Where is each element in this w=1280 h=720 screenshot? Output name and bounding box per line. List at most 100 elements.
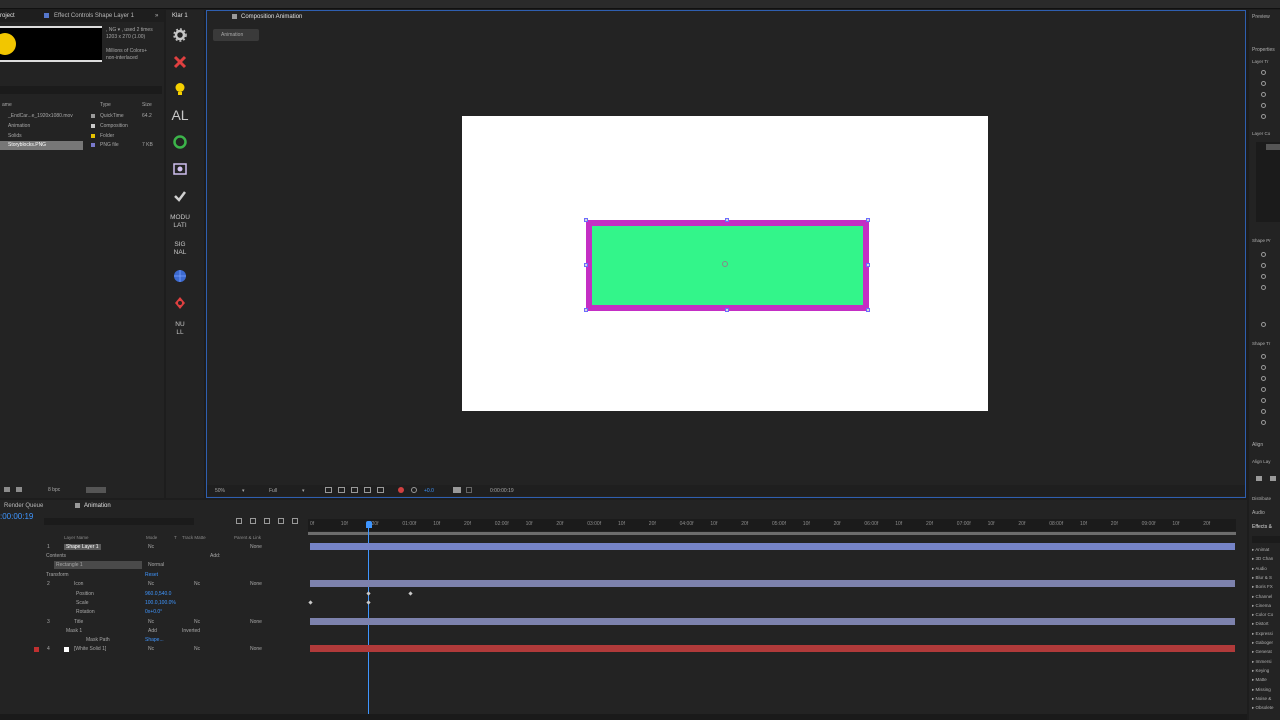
al-button[interactable]: AL [170, 107, 190, 123]
col-parent[interactable]: Parent & Link [234, 535, 261, 540]
timeline-timecode[interactable]: :00:00:19 [0, 512, 33, 521]
position-row[interactable]: Position 960.0,540.0 [0, 590, 305, 599]
channel-icon[interactable] [377, 487, 384, 493]
transform-handle[interactable] [866, 308, 870, 312]
exposure-value[interactable]: +0.0 [424, 488, 434, 494]
transform-handle[interactable] [866, 218, 870, 222]
keyframe-stopwatch-icon[interactable] [1261, 376, 1266, 381]
keyframe-stopwatch-icon[interactable] [1261, 354, 1266, 359]
interpret-footage-icon[interactable] [4, 487, 10, 492]
effect-category-item[interactable]: ▸ Obsolete [1252, 705, 1274, 711]
thumbnail-slider[interactable] [86, 487, 106, 493]
contents-row[interactable]: Contents Add: [0, 552, 305, 561]
effects-tab[interactable]: Effects & [1252, 524, 1272, 530]
tab-composition[interactable]: Composition Animation [241, 11, 302, 23]
inverted-checkbox[interactable]: Inverted [182, 628, 200, 634]
audio-tab[interactable]: Audio [1252, 510, 1265, 516]
effects-search-input[interactable] [1252, 536, 1280, 543]
label-color-icon[interactable] [34, 647, 39, 652]
close-x-icon[interactable] [170, 55, 190, 71]
layer-row-icon[interactable]: 2 Icon Nc Nc None [0, 580, 305, 589]
col-t[interactable]: T [174, 535, 177, 540]
layer-name[interactable]: Shape Layer 1 [64, 544, 101, 550]
effect-category-item[interactable]: ▸ Gaboger [1252, 640, 1273, 646]
layer-contents-list[interactable] [1256, 142, 1280, 222]
layer-bar-icon[interactable] [310, 580, 1235, 587]
layer-bar-title[interactable] [310, 618, 1235, 625]
scale-value[interactable]: 100.0,100.0% [145, 600, 176, 606]
photo-icon[interactable] [170, 162, 190, 178]
keyframe-stopwatch-icon[interactable] [1261, 387, 1266, 392]
effect-category-item[interactable]: ▸ Generat [1252, 649, 1272, 655]
rectangle-row[interactable]: Rectangle 1 Normal [0, 561, 305, 570]
project-item-selected[interactable]: Storyblocks.PNG PNG file 7 KB [0, 141, 164, 150]
transform-handle[interactable] [584, 308, 588, 312]
lightbulb-icon[interactable] [170, 82, 190, 98]
keyframe-stopwatch-icon[interactable] [1261, 103, 1266, 108]
frame-blending-icon[interactable] [278, 518, 284, 524]
new-folder-icon[interactable] [16, 487, 22, 492]
resolution-select[interactable]: Full [269, 488, 277, 494]
roi-icon[interactable] [325, 487, 332, 493]
effect-category-item[interactable]: ▸ Matte [1252, 677, 1267, 683]
shy-layers-icon[interactable] [264, 518, 270, 524]
mask-visibility-icon[interactable] [351, 487, 358, 493]
effect-category-item[interactable]: ▸ Distort [1252, 621, 1269, 627]
add-button[interactable]: Add: [210, 553, 220, 559]
null-button[interactable]: NU LL [170, 321, 190, 337]
rotation-value[interactable]: 0x+0.0° [145, 609, 162, 615]
project-search-input[interactable] [0, 86, 162, 94]
tab-render-queue[interactable]: Render Queue [4, 500, 43, 512]
rotation-row[interactable]: Rotation 0x+0.0° [0, 608, 305, 617]
globe-icon[interactable] [170, 269, 190, 285]
panel-menu-chevron-icon[interactable]: » [155, 10, 158, 22]
transform-row[interactable]: Transform Reset [0, 571, 305, 580]
layer-bar-shape[interactable] [310, 543, 1235, 550]
breadcrumb[interactable]: Animation [213, 29, 259, 41]
color-mgmt-icon[interactable] [398, 487, 404, 493]
tab-effect-controls[interactable]: Effect Controls Shape Layer 1 [54, 10, 134, 22]
resolution-chevron-icon[interactable]: ▾ [302, 488, 305, 494]
effect-category-item[interactable]: ▸ Audio [1252, 566, 1267, 572]
snapshot-icon[interactable] [453, 487, 461, 493]
position-value[interactable]: 960.0,540.0 [145, 591, 171, 597]
timeline-search-input[interactable] [44, 518, 194, 525]
keyframe-stopwatch-icon[interactable] [1261, 420, 1266, 425]
keyframe-stopwatch-icon[interactable] [1261, 252, 1266, 257]
effect-category-item[interactable]: ▸ Noise & [1252, 696, 1271, 702]
layer-name[interactable]: [White Solid 1] [74, 646, 106, 652]
work-area-bar[interactable] [308, 532, 1236, 535]
properties-tab[interactable]: Properties [1252, 47, 1275, 53]
keyframe-stopwatch-icon[interactable] [1261, 81, 1266, 86]
keyframe-stopwatch-icon[interactable] [1261, 114, 1266, 119]
keyframe-stopwatch-icon[interactable] [1261, 398, 1266, 403]
layer-name[interactable]: Icon [74, 581, 83, 587]
transform-handle[interactable] [584, 263, 588, 267]
col-track-matte[interactable]: Track Matte [182, 535, 206, 540]
align-left-icon[interactable] [1256, 476, 1262, 481]
scale-row[interactable]: Scale 100.0,100.0% [0, 599, 305, 608]
playhead-handle[interactable] [366, 521, 372, 528]
effect-category-item[interactable]: ▸ Channel [1252, 594, 1272, 600]
reset-link[interactable]: Reset [145, 572, 158, 578]
bpc-button[interactable]: 8 bpc [48, 487, 60, 493]
tab-animation[interactable]: Animation [84, 500, 111, 512]
keyframe-stopwatch-icon[interactable] [1261, 263, 1266, 268]
keyframe-stopwatch-icon[interactable] [1261, 409, 1266, 414]
comp-mini-flowchart-icon[interactable] [236, 518, 242, 524]
tab-klar[interactable]: Klar 1 [172, 10, 188, 22]
effect-category-item[interactable]: ▸ Cinema [1252, 603, 1271, 609]
effect-category-item[interactable]: ▸ Animat [1252, 547, 1269, 553]
zoom-chevron-icon[interactable]: ▾ [242, 488, 245, 494]
tab-project[interactable]: roject [0, 10, 15, 22]
signal-button[interactable]: SIG NAL [170, 241, 190, 257]
layer-row-title[interactable]: 3 Title Nc Nc None [0, 618, 305, 627]
transparency-grid-icon[interactable] [338, 487, 345, 493]
effect-category-item[interactable]: ▸ Color Co [1252, 612, 1273, 618]
transform-handle[interactable] [866, 263, 870, 267]
layer-row-shape[interactable]: 1 Shape Layer 1 Nc None [0, 543, 305, 552]
mask-mode-select[interactable]: Add [148, 628, 157, 634]
anchor-point-icon[interactable] [722, 261, 728, 267]
col-layer-name[interactable]: Layer Name [64, 535, 89, 540]
zoom-select[interactable]: 50% [215, 488, 225, 494]
